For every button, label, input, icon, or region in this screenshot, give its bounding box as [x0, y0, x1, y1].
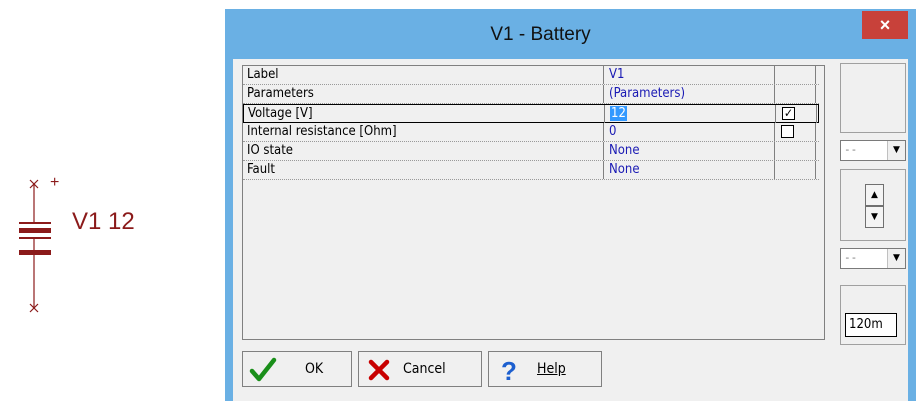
title-bar[interactable]: V1 - Battery × [225, 9, 916, 59]
step-value-input[interactable]: 120m [845, 313, 897, 337]
battery-caption: V1 12 [72, 208, 135, 236]
property-name: IO state [243, 142, 604, 160]
chevron-down-icon[interactable]: ▼ [887, 249, 905, 268]
voltage-value-editor[interactable]: 12 [608, 105, 776, 123]
selected-value-text[interactable]: 12 [610, 106, 627, 121]
voltage-display-checkbox[interactable]: ✓ [782, 107, 795, 120]
arrow-up-icon: ▲ [871, 190, 878, 200]
property-row-voltage[interactable]: Voltage [V] 12 ✓ [243, 104, 819, 123]
question-mark-icon: ? [501, 356, 517, 384]
property-row-parameters[interactable]: Parameters (Parameters) [243, 85, 819, 104]
arrow-down-icon: ▼ [871, 212, 878, 222]
plus-terminal-label: + [50, 174, 60, 191]
blank-panel [840, 63, 906, 133]
checkmark-icon [249, 357, 277, 382]
property-flag-cell [776, 85, 816, 103]
property-flag-cell [776, 142, 816, 160]
designator-label: V1 [72, 208, 102, 235]
increment-button[interactable]: ▲ [865, 184, 884, 206]
svg-text:?: ? [501, 356, 517, 384]
property-value[interactable]: None [607, 142, 775, 160]
schematic-battery-symbol[interactable]: + V1 12 [0, 0, 225, 401]
close-button[interactable]: × [862, 11, 908, 39]
combo-value: -- [844, 251, 858, 264]
close-icon: × [879, 15, 891, 35]
voltage-value-label: 12 [108, 208, 135, 235]
chevron-down-icon[interactable]: ▼ [887, 141, 905, 160]
unit-combo-bottom[interactable]: -- ▼ [840, 248, 906, 269]
property-grid: Label V1 Parameters (Parameters) Voltage… [242, 65, 825, 340]
help-label: Help [537, 361, 566, 377]
ok-label: OK [305, 361, 324, 377]
property-value[interactable]: V1 [607, 66, 775, 84]
property-row-fault[interactable]: Fault None [243, 161, 819, 180]
combo-value: -- [844, 143, 858, 156]
x-cross-icon [368, 359, 390, 381]
ok-button[interactable]: OK [242, 351, 352, 387]
property-name: Internal resistance [Ohm] [243, 123, 604, 141]
property-rows: Label V1 Parameters (Parameters) Voltage… [243, 66, 819, 180]
property-value[interactable]: None [607, 161, 775, 179]
unit-combo-top[interactable]: -- ▼ [840, 140, 906, 161]
cancel-label: Cancel [403, 361, 446, 377]
property-value[interactable]: 0 [607, 123, 775, 141]
resistance-display-checkbox[interactable] [781, 125, 794, 138]
property-row-io-state[interactable]: IO state None [243, 142, 819, 161]
property-name: Fault [243, 161, 604, 179]
property-name: Parameters [243, 85, 604, 103]
decrement-button[interactable]: ▼ [865, 206, 884, 228]
battery-symbol-graphic [19, 179, 51, 313]
property-name: Label [243, 66, 604, 84]
step-value-panel: 120m [840, 285, 906, 345]
property-flag-cell [776, 66, 816, 84]
right-control-panel: -- ▼ ▲ ▼ -- ▼ 120m [837, 59, 908, 345]
property-value[interactable]: (Parameters) [607, 85, 775, 103]
property-row-internal-resistance[interactable]: Internal resistance [Ohm] 0 [243, 123, 819, 142]
dialog-client-area: Label V1 Parameters (Parameters) Voltage… [233, 59, 908, 401]
property-flag-cell [776, 161, 816, 179]
dialog-title: V1 - Battery [490, 24, 591, 45]
property-name: Voltage [V] [244, 105, 605, 123]
checkmark-icon: ✓ [783, 106, 794, 120]
property-row-label[interactable]: Label V1 [243, 66, 819, 85]
spin-control: ▲ ▼ [840, 169, 906, 241]
property-flag-cell [776, 123, 816, 141]
help-button[interactable]: ? Help [488, 351, 602, 387]
battery-properties-dialog: V1 - Battery × Label V1 Parameters (Para… [225, 9, 916, 401]
cancel-button[interactable]: Cancel [358, 351, 482, 387]
property-flag-cell: ✓ [777, 105, 817, 123]
